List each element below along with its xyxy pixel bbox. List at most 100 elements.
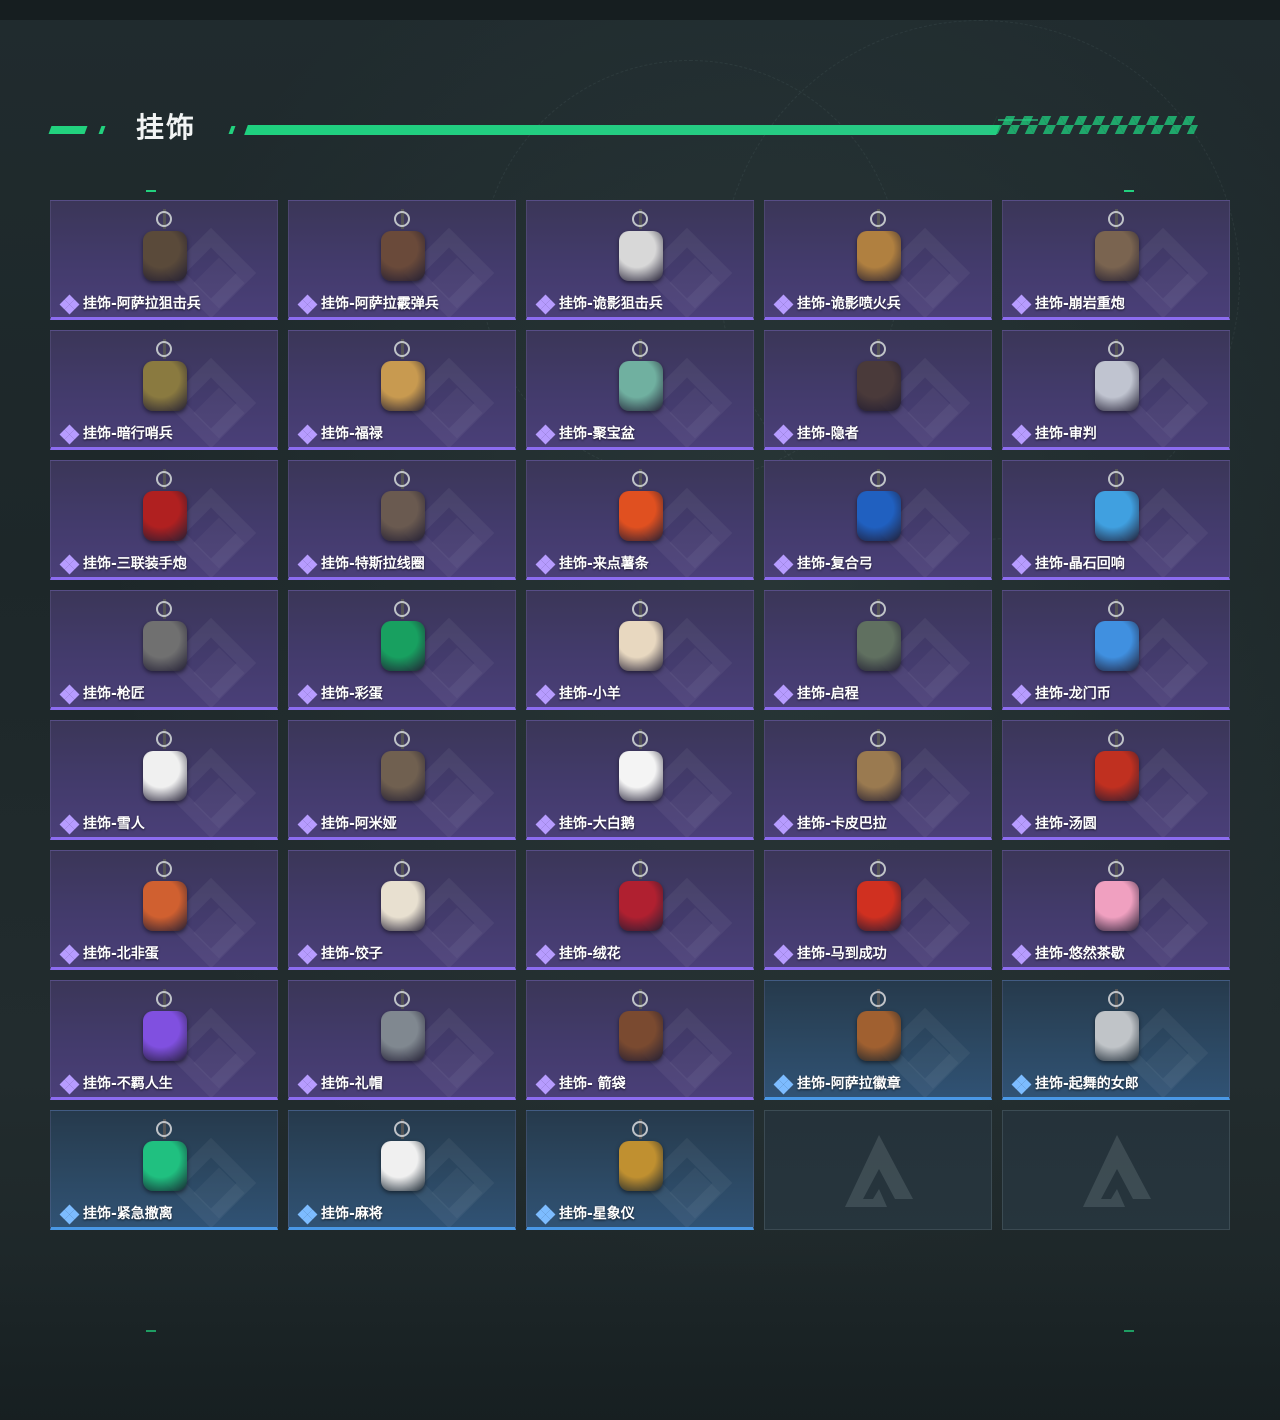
charm-card[interactable]: 挂饰-卡皮巴拉: [764, 720, 992, 840]
charm-card[interactable]: 挂饰-彩蛋: [288, 590, 516, 710]
bunny-charm-icon: [373, 725, 433, 813]
charm-card[interactable]: 挂饰-大白鹅: [526, 720, 754, 840]
charm-card[interactable]: 挂饰-饺子: [288, 850, 516, 970]
charm-card[interactable]: 挂饰-阿萨拉徽章: [764, 980, 992, 1100]
charm-card[interactable]: 挂饰-聚宝盆: [526, 330, 754, 450]
charm-card[interactable]: 挂饰-崩岩重炮: [1002, 200, 1230, 320]
charm-card[interactable]: 挂饰-隐者: [764, 330, 992, 450]
game-logo-icon: [845, 1135, 913, 1207]
charm-card[interactable]: 挂饰-来点薯条: [526, 460, 754, 580]
charm-card[interactable]: 挂饰-汤圆: [1002, 720, 1230, 840]
charm-body: [857, 231, 901, 281]
rarity-diamond-icon: [1011, 424, 1032, 445]
charm-body: [619, 491, 663, 541]
charm-body: [857, 491, 901, 541]
fries-charm-icon: [611, 465, 671, 553]
hat-charm-icon: [373, 985, 433, 1073]
ring-icon: [870, 731, 886, 747]
charm-body: [619, 361, 663, 411]
game-logo-icon: [1083, 1135, 1151, 1207]
charm-name: 挂饰-三联装手炮: [83, 556, 187, 572]
charm-card[interactable]: 挂饰-复合弓: [764, 460, 992, 580]
charm-card[interactable]: 挂饰-不羁人生: [50, 980, 278, 1100]
corner-marker: [146, 190, 156, 192]
rarity-diamond-icon: [59, 1204, 80, 1225]
charm-card[interactable]: 挂饰-福禄: [288, 330, 516, 450]
charm-card[interactable]: 挂饰-紧急撤离: [50, 1110, 278, 1230]
charm-body: [143, 361, 187, 411]
charm-card[interactable]: 挂饰-麻将: [288, 1110, 516, 1230]
ring-icon: [156, 341, 172, 357]
tesla-coil-charm-icon: [373, 465, 433, 553]
ring-icon: [156, 601, 172, 617]
charm-card[interactable]: 挂饰-龙门币: [1002, 590, 1230, 710]
charm-card[interactable]: 挂饰-绒花: [526, 850, 754, 970]
charm-card[interactable]: 挂饰-阿米娅: [288, 720, 516, 840]
rarity-diamond-icon: [535, 1074, 556, 1095]
rarity-diamond-icon: [773, 1074, 794, 1095]
charm-card[interactable]: 挂饰-特斯拉线圈: [288, 460, 516, 580]
charm-body: [143, 1141, 187, 1191]
ring-icon: [870, 471, 886, 487]
rarity-diamond-icon: [59, 814, 80, 835]
charm-card[interactable]: 挂饰-审判: [1002, 330, 1230, 450]
ring-icon: [394, 991, 410, 1007]
charm-label-row: 挂饰-诡影喷火兵: [773, 294, 901, 315]
charm-card[interactable]: 挂饰-雪人: [50, 720, 278, 840]
card-charm-icon: [1087, 595, 1147, 683]
charm-name: 挂饰-小羊: [559, 686, 621, 702]
charm-name: 挂饰-不羁人生: [83, 1076, 173, 1092]
crystal-charm-icon: [1087, 465, 1147, 553]
charm-card[interactable]: 挂饰-诡影喷火兵: [764, 200, 992, 320]
charm-card[interactable]: 挂饰- 箭袋: [526, 980, 754, 1100]
exit-sign-charm-icon: [135, 1115, 195, 1203]
charm-card[interactable]: 挂饰-星象仪: [526, 1110, 754, 1230]
charm-card[interactable]: 挂饰-诡影狙击兵: [526, 200, 754, 320]
charm-name: 挂饰-麻将: [321, 1206, 383, 1222]
charm-label-row: 挂饰-汤圆: [1011, 814, 1097, 835]
ring-icon: [632, 991, 648, 1007]
charm-card[interactable]: 挂饰-阿萨拉霰弹兵: [288, 200, 516, 320]
ring-icon: [156, 991, 172, 1007]
ring-icon: [156, 731, 172, 747]
rarity-diamond-icon: [297, 294, 318, 315]
quiver-charm-icon: [611, 985, 671, 1073]
ring-icon: [156, 861, 172, 877]
egg-charm-icon: [373, 595, 433, 683]
dumpling-bowl-charm-icon: [1087, 725, 1147, 813]
charm-card[interactable]: 挂饰-起舞的女郎: [1002, 980, 1230, 1100]
charm-name: 挂饰-诡影喷火兵: [797, 296, 901, 312]
rarity-diamond-icon: [1011, 294, 1032, 315]
charm-card[interactable]: 挂饰-礼帽: [288, 980, 516, 1100]
empty-slot: [1002, 1110, 1230, 1230]
charm-card[interactable]: 挂饰-北非蛋: [50, 850, 278, 970]
charm-label-row: 挂饰-聚宝盆: [535, 424, 635, 445]
charm-name: 挂饰-启程: [797, 686, 859, 702]
charm-card[interactable]: 挂饰-启程: [764, 590, 992, 710]
charm-card[interactable]: 挂饰-三联装手炮: [50, 460, 278, 580]
charm-label-row: 挂饰-阿萨拉霰弹兵: [297, 294, 439, 315]
charm-name: 挂饰-来点薯条: [559, 556, 649, 572]
header-accent-tick: [98, 126, 106, 134]
rarity-diamond-icon: [59, 554, 80, 575]
bottom-shade: [0, 1250, 1280, 1420]
charm-body: [857, 751, 901, 801]
charm-name: 挂饰-暗行哨兵: [83, 426, 173, 442]
charm-card[interactable]: 挂饰-悠然茶歇: [1002, 850, 1230, 970]
snowman-charm-icon: [135, 725, 195, 813]
charm-card[interactable]: 挂饰-小羊: [526, 590, 754, 710]
ring-icon: [1108, 471, 1124, 487]
charm-card[interactable]: 挂饰-阿萨拉狙击兵: [50, 200, 278, 320]
charm-card[interactable]: 挂饰-暗行哨兵: [50, 330, 278, 450]
charm-card[interactable]: 挂饰-马到成功: [764, 850, 992, 970]
bow-charm-icon: [849, 465, 909, 553]
charm-card[interactable]: 挂饰-晶石回响: [1002, 460, 1230, 580]
charm-card[interactable]: 挂饰-枪匠: [50, 590, 278, 710]
charm-name: 挂饰-阿米娅: [321, 816, 397, 832]
rarity-diamond-icon: [773, 554, 794, 575]
charm-name: 挂饰-北非蛋: [83, 946, 159, 962]
soldier-charm-icon: [373, 205, 433, 293]
rarity-diamond-icon: [535, 684, 556, 705]
goose-charm-icon: [611, 725, 671, 813]
charm-name: 挂饰-绒花: [559, 946, 621, 962]
